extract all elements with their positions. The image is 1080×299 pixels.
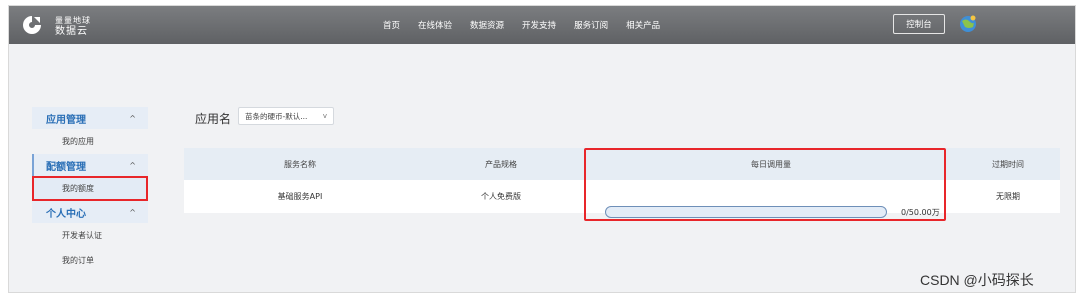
watermark: CSDN @小码探长	[920, 272, 1034, 288]
usage-progress-bar	[605, 205, 887, 218]
table-row: 基础服务API 个人免费版 0/50.00万 无限期	[184, 180, 1060, 218]
nav-home[interactable]: 首页	[383, 19, 400, 31]
site-logo[interactable]: 量量地球 数据云	[21, 12, 101, 38]
sidebar-item-dev-certification[interactable]: 开发者认证	[32, 223, 148, 248]
nav-dev-support[interactable]: 开发支持	[522, 19, 556, 31]
top-nav-bar: 量量地球 数据云 首页 在线体验 数据资源 开发支持 服务订阅 相关产品 控制台	[9, 6, 1075, 44]
sidebar-item-my-orders[interactable]: 我的订单	[32, 248, 148, 273]
globe-avatar-icon[interactable]	[957, 14, 979, 34]
table-header: 服务名称 产品规格 每日调用量 过期时间	[184, 148, 1060, 180]
col-daily-usage: 每日调用量	[751, 159, 791, 169]
logo-line-1: 量量地球	[55, 16, 91, 25]
chevron-up-icon: ^	[129, 207, 136, 217]
main-nav: 首页 在线体验 数据资源 开发支持 服务订阅 相关产品	[383, 6, 660, 44]
app-select-value: 苗条的硬币-默认...	[245, 111, 308, 121]
logo-icon	[23, 16, 41, 34]
sidebar-group-personal-center[interactable]: 个人中心 ^	[32, 201, 148, 223]
sidebar-item-my-quota[interactable]: 我的额度	[32, 176, 148, 201]
logo-line-2: 数据云	[55, 26, 88, 37]
quota-table: 服务名称 产品规格 每日调用量 过期时间 基础服务API 个人免费版 0/50.…	[184, 148, 1060, 218]
sidebar-group-label: 配额管理	[46, 161, 86, 173]
nav-related-products[interactable]: 相关产品	[626, 19, 660, 31]
chevron-up-icon: ^	[129, 113, 136, 123]
chevron-down-icon: v	[322, 112, 327, 120]
console-button[interactable]: 控制台	[893, 14, 945, 34]
cell-expiry: 无限期	[996, 192, 1020, 201]
app-window: 量量地球 数据云 首页 在线体验 数据资源 开发支持 服务订阅 相关产品 控制台…	[8, 5, 1076, 293]
col-expiry: 过期时间	[992, 159, 1024, 169]
nav-subscription[interactable]: 服务订阅	[574, 19, 608, 31]
app-name-label: 应用名	[195, 112, 232, 126]
cell-service-name: 基础服务API	[277, 192, 323, 201]
sidebar-group-label: 应用管理	[46, 114, 86, 126]
col-service-name: 服务名称	[284, 159, 316, 169]
sidebar-group-app-management[interactable]: 应用管理 ^	[32, 107, 148, 129]
sidebar-item-my-apps[interactable]: 我的应用	[32, 129, 148, 154]
app-name-select[interactable]: 苗条的硬币-默认... v	[238, 107, 334, 125]
col-product-spec: 产品规格	[485, 159, 517, 169]
sidebar: 应用管理 ^ 我的应用 配额管理 ^ 我的额度 个人中心 ^ 开发者认证 我的订…	[32, 107, 148, 273]
sidebar-group-quota-management[interactable]: 配额管理 ^	[32, 154, 148, 176]
nav-online-trial[interactable]: 在线体验	[418, 19, 452, 31]
cell-product-spec: 个人免费版	[481, 192, 521, 201]
chevron-up-icon: ^	[129, 160, 136, 170]
nav-data-resources[interactable]: 数据资源	[470, 19, 504, 31]
usage-text: 0/50.00万	[901, 207, 940, 217]
sidebar-group-label: 个人中心	[46, 208, 86, 220]
